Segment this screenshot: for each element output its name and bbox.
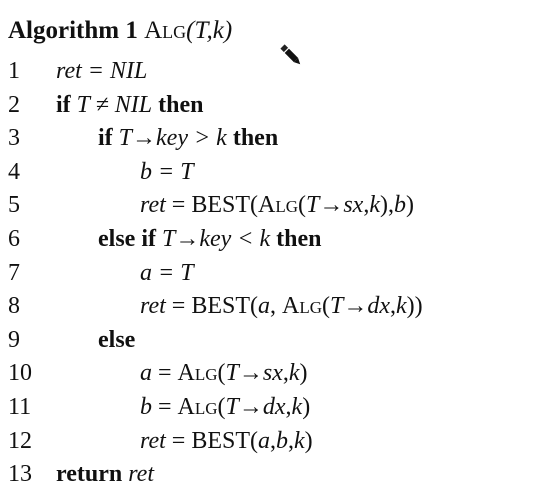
code-token: , xyxy=(269,293,282,320)
line-code: if T ≠ NIL then xyxy=(56,88,203,122)
code-token: k xyxy=(291,394,303,420)
line-code: return ret xyxy=(56,457,154,491)
code-token: ret xyxy=(140,427,166,454)
code-token: ret xyxy=(140,192,166,219)
line-number: 10 xyxy=(8,360,32,387)
line-code: ret = BEST(a,b,k) xyxy=(140,424,313,458)
line-number: 13 xyxy=(8,461,32,488)
code-token: ) xyxy=(299,360,308,387)
function-name: Alg xyxy=(177,394,218,420)
code-token: ( xyxy=(297,192,306,219)
function-name: Alg xyxy=(177,360,218,387)
code-token: b = T xyxy=(140,158,194,185)
keyword: else if xyxy=(98,226,162,252)
code-token: = BEST( xyxy=(165,192,258,219)
line-code: else xyxy=(98,323,135,357)
line-code: a = Alg(T→sx,k) xyxy=(140,356,308,390)
line-number: 7 xyxy=(8,259,20,286)
algorithm-label: Algorithm 1 xyxy=(8,17,138,44)
line-number: 9 xyxy=(8,326,20,353)
code-token: a = T xyxy=(140,259,194,286)
code-token: k xyxy=(369,192,380,219)
code-token: a xyxy=(140,360,152,387)
code-token: ( xyxy=(217,394,226,420)
code-token: = xyxy=(152,394,178,420)
code-token: ret xyxy=(128,461,154,488)
line-code: ret = BEST(a, Alg(T→dx,k)) xyxy=(140,289,423,323)
line-number: 12 xyxy=(8,427,32,454)
code-token: ) xyxy=(302,394,311,420)
line-code: ret = BEST(Alg(T→sx,k),b) xyxy=(140,188,414,222)
line-number: 11 xyxy=(8,394,32,420)
line-number: 5 xyxy=(8,192,20,219)
code-token: = xyxy=(152,360,178,387)
code-token: ret xyxy=(140,293,166,320)
code-token: T→key > k xyxy=(118,125,227,152)
code-token: = BEST( xyxy=(165,427,258,454)
keyword: then xyxy=(152,91,204,118)
code-token: ( xyxy=(321,293,330,320)
code-token: T→sx xyxy=(305,192,364,219)
pencil-icon xyxy=(280,44,301,65)
keyword: else xyxy=(98,326,136,353)
code-token: T→dx xyxy=(329,293,390,320)
code-token: T→key < k xyxy=(161,226,271,252)
line-number: 8 xyxy=(8,293,20,320)
keyword: if xyxy=(98,125,119,152)
function-name: Alg xyxy=(281,293,322,320)
algorithm-params: (T,k) xyxy=(186,17,233,44)
code-token: ), xyxy=(379,192,394,219)
algorithm-name: Alg xyxy=(144,17,187,44)
code-token: = BEST( xyxy=(165,293,258,320)
code-token: )) xyxy=(406,293,423,320)
line-code: else if T→key < k then xyxy=(98,222,321,256)
line-code: if T→key > k then xyxy=(98,121,278,155)
keyword: if xyxy=(56,91,77,118)
code-token: b xyxy=(393,192,406,219)
code-token: ) xyxy=(304,427,313,454)
code-token: a xyxy=(257,427,270,454)
line-code: b = Alg(T→dx,k) xyxy=(140,390,310,424)
code-token: k xyxy=(288,360,300,387)
code-token: ( xyxy=(217,360,226,387)
code-token: b xyxy=(275,427,288,454)
keyword: return xyxy=(56,461,129,488)
code-token: T ≠ NIL xyxy=(76,91,153,118)
code-token: k xyxy=(395,293,407,320)
line-code: b = T xyxy=(140,155,194,189)
algorithm-title: Algorithm 1 Alg(T,k) xyxy=(8,14,232,48)
code-token: ) xyxy=(405,192,414,219)
code-token: T→dx xyxy=(225,394,286,420)
line-number: 4 xyxy=(8,158,20,185)
line-code: ret = NIL xyxy=(56,54,147,88)
keyword: then xyxy=(270,226,322,252)
line-number: 6 xyxy=(8,226,20,252)
line-number: 3 xyxy=(8,125,20,152)
keyword: then xyxy=(226,125,279,152)
line-number: 1 xyxy=(8,58,20,84)
line-code: a = T xyxy=(140,256,194,290)
code-token: k xyxy=(293,427,305,454)
code-token: T→sx xyxy=(225,360,283,387)
code-token: b xyxy=(140,394,152,420)
code-token: a xyxy=(257,293,270,320)
function-name: Alg xyxy=(257,192,298,219)
line-number: 2 xyxy=(8,91,20,118)
code-token: ret = NIL xyxy=(56,58,148,84)
